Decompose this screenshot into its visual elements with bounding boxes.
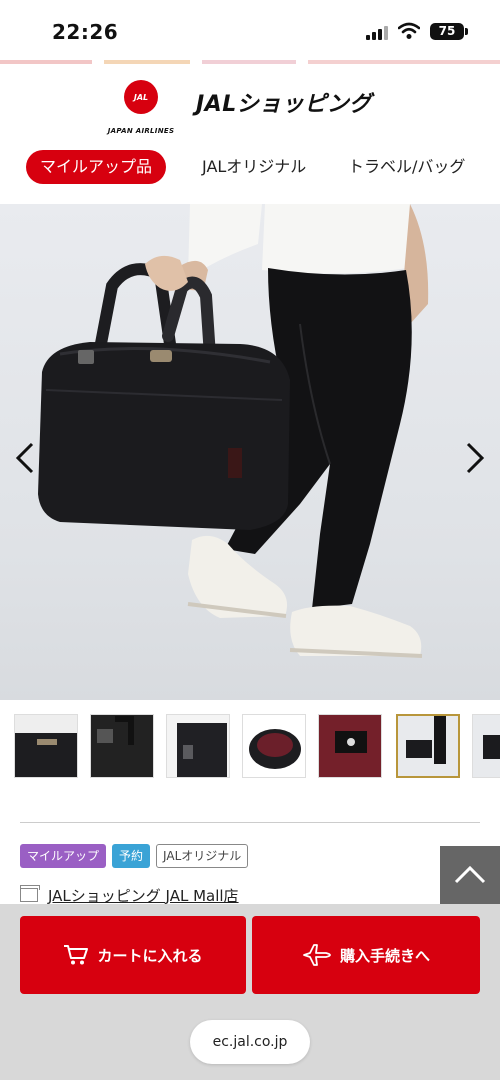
product-badges: マイルアップ 予約 JALオリジナル (20, 844, 249, 868)
chevron-up-icon (454, 865, 486, 884)
thumbnail[interactable] (318, 714, 382, 778)
chevron-left-icon[interactable] (12, 438, 38, 478)
add-to-cart-button[interactable]: カートに入れる (20, 916, 246, 994)
battery-nub (465, 28, 468, 35)
tab-mileup[interactable]: マイルアップ品 (26, 150, 167, 184)
jal-logo[interactable]: JAL JAPAN AIRLINES (100, 80, 182, 144)
address-bar[interactable]: ec.jal.co.jp (190, 1020, 310, 1064)
status-bar: 22:26 75 (0, 0, 500, 60)
add-to-cart-label: カートに入れる (97, 946, 203, 965)
store-link[interactable]: JALショッピング JAL Mall店 (48, 885, 239, 906)
badge-jal-original: JALオリジナル (156, 844, 249, 868)
shop-title[interactable]: JALショッピング (196, 86, 372, 118)
chevron-right-icon[interactable] (462, 438, 488, 478)
airline-name: JAPAN AIRLINES (107, 127, 175, 135)
scroll-to-top-button[interactable] (440, 846, 500, 904)
thumbnail[interactable] (90, 714, 154, 778)
checkout-label: 購入手続きへ (339, 946, 430, 965)
site-header: JAL JAPAN AIRLINES JALショッピング マイルアップ品 JAL… (0, 64, 500, 204)
airplane-icon (303, 944, 331, 966)
jal-crane-icon: JAL (124, 80, 158, 114)
cart-icon (64, 945, 89, 965)
thumbnail[interactable] (166, 714, 230, 778)
thumbnail[interactable] (472, 714, 500, 778)
wifi-icon (398, 22, 420, 39)
tab-jal-original[interactable]: JALオリジナル (202, 150, 306, 184)
thumbnail-strip (0, 712, 500, 780)
thumbnail[interactable] (242, 714, 306, 778)
action-bar: カートに入れる 購入手続きへ ec.jal.co.jp (0, 904, 500, 1080)
product-photo (38, 204, 429, 658)
store-icon (20, 885, 40, 902)
store-line: JALショッピング JAL Mall店 (20, 884, 239, 906)
tab-travel-bag[interactable]: トラベル/バッグ (348, 150, 465, 184)
signal-icon (366, 26, 388, 40)
battery-indicator: 75 (430, 23, 464, 40)
status-time: 22:26 (52, 20, 119, 44)
divider (20, 822, 480, 823)
thumbnail[interactable] (14, 714, 78, 778)
checkout-button[interactable]: 購入手続きへ (252, 916, 480, 994)
badge-reservation: 予約 (112, 844, 151, 868)
product-image-carousel[interactable] (0, 204, 500, 700)
thumbnail-selected[interactable] (396, 714, 460, 778)
badge-mileup: マイルアップ (20, 844, 107, 868)
category-nav: マイルアップ品 JALオリジナル トラベル/バッグ (0, 150, 500, 186)
